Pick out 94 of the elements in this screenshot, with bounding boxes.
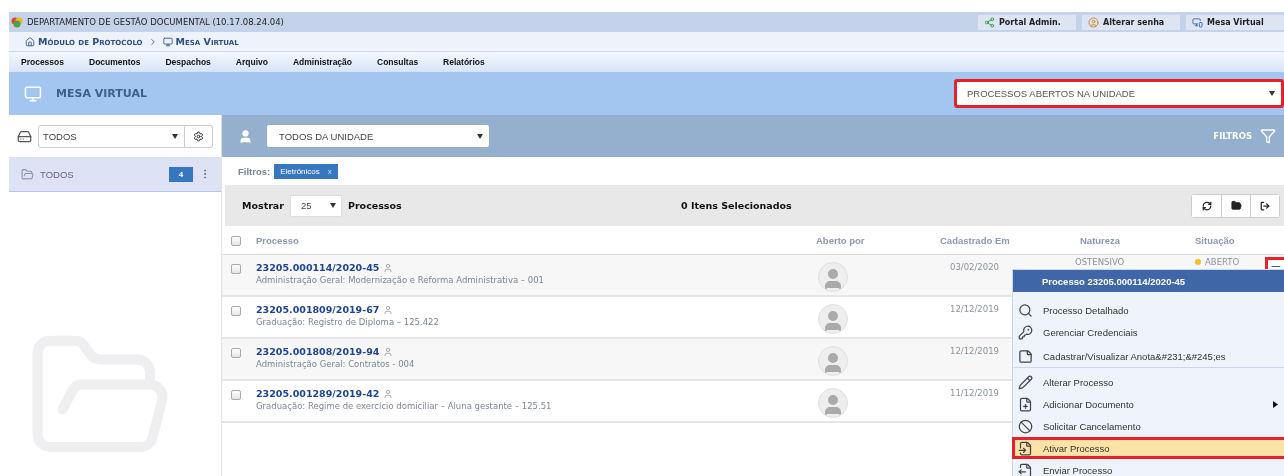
exit-button[interactable]	[1250, 194, 1279, 217]
process-number[interactable]: 23205.000114/2020-45	[256, 262, 380, 273]
filter-tag: Eletrônicos x	[274, 163, 338, 179]
file-import-icon	[1018, 440, 1033, 456]
count-badge: 4	[169, 166, 193, 182]
file-export-icon	[1018, 462, 1033, 476]
header-link[interactable]: Mesa Virtual	[1186, 14, 1284, 30]
person-icon	[383, 346, 394, 357]
date-cell-text: 03/02/2020	[949, 262, 999, 272]
submenu-arrow-icon	[1273, 400, 1278, 408]
menu-item[interactable]: Documentos	[89, 57, 141, 67]
menu-title: Processo 23205.000114/2020-45	[1013, 270, 1284, 292]
selection-count: 0 Itens Selecionados	[681, 200, 792, 211]
user-icon	[238, 128, 253, 144]
row-checkbox[interactable]	[231, 390, 241, 400]
monitor-icon	[24, 84, 42, 103]
process-subject: Graduação: Regime de exercício domiciliar – Aluna gestante – 125.51	[256, 401, 553, 411]
date-cell-text: 11/12/2019	[949, 388, 999, 398]
process-number[interactable]: 23205.001809/2019-67	[256, 304, 380, 315]
context-menu-item[interactable]: Solicitar Cancelamento	[1012, 415, 1284, 437]
folder-item[interactable]: TODOS 4	[9, 157, 221, 192]
context-menu-item[interactable]: Adicionar Documento	[1012, 393, 1284, 415]
drive-icon	[17, 128, 32, 144]
prohibited-icon	[1018, 418, 1033, 434]
nature-cell-text: OSTENSIVO	[1074, 257, 1126, 267]
filters-label: Filtros:	[238, 165, 271, 177]
monitor-icon	[1192, 16, 1203, 28]
caret-icon	[1269, 91, 1275, 96]
caret-icon	[477, 133, 483, 139]
menu-item[interactable]: Arquivo	[235, 57, 268, 67]
context-menu-item[interactable]: Gerenciar Credenciais	[1012, 321, 1284, 343]
folder-select[interactable]: TODOS	[38, 124, 185, 148]
page-title: MESA VIRTUAL	[56, 87, 147, 100]
context-menu-item[interactable]: Enviar Processo	[1012, 459, 1284, 476]
header-link[interactable]: Portal Admin.	[978, 14, 1076, 30]
process-subject: Graduação: Registro de Diploma – 125.422	[256, 317, 440, 327]
filter-icon	[1260, 128, 1276, 144]
settings-button[interactable]	[185, 124, 213, 148]
person-icon	[383, 304, 394, 315]
settings-icon	[193, 130, 204, 142]
menu-item[interactable]: Despachos	[165, 57, 211, 67]
row-checkbox[interactable]	[231, 264, 241, 274]
process-subject: Administração Geral: Contratos - 004	[256, 359, 416, 369]
select-all-checkbox[interactable]	[231, 236, 241, 246]
pencil-icon	[1018, 374, 1033, 390]
network-icon	[984, 16, 995, 28]
folder-icon	[1230, 200, 1242, 211]
menu-item[interactable]: Consultas	[377, 57, 419, 67]
process-subject: Administração Geral: Modernização e Reforma Administrativa – 001	[256, 275, 545, 285]
breadcrumb-link[interactable]: Mesa Virtual	[162, 36, 239, 47]
key-icon	[1018, 324, 1033, 340]
logo-icon	[11, 16, 23, 28]
monitor-icon	[162, 36, 173, 47]
person-icon	[383, 262, 394, 273]
show-label: Mostrar	[242, 200, 284, 211]
note-icon	[1018, 349, 1033, 364]
remove-tag[interactable]: x	[327, 166, 332, 176]
column-header: Processo	[256, 234, 300, 246]
context-menu-item[interactable]: Alterar Processo	[1012, 371, 1284, 393]
exit-icon	[1260, 200, 1270, 211]
column-header: Cadastrado Em	[939, 234, 1011, 246]
menu-item[interactable]: Administração	[292, 57, 352, 67]
search-icon	[1018, 302, 1033, 318]
person-icon	[1088, 16, 1099, 28]
context-menu-item[interactable]: Cadastrar/Visualizar Anota&#231;&#245;es	[1012, 343, 1284, 368]
row-checkbox[interactable]	[231, 306, 241, 316]
row-checkbox[interactable]	[231, 348, 241, 358]
breadcrumb-link[interactable]: Módulo de Protocolo	[25, 36, 143, 47]
header-link[interactable]: Alterar senha	[1082, 14, 1180, 30]
context-menu-item[interactable]: Processo Detalhado	[1012, 299, 1284, 321]
page-size-select[interactable]: 25	[289, 194, 342, 217]
user-select[interactable]: TODOS DA UNIDADE	[267, 125, 489, 147]
menu-item[interactable]: Relatórios	[443, 57, 485, 67]
column-header: Natureza	[1079, 234, 1122, 246]
menu-item[interactable]: Processos	[21, 57, 64, 67]
refresh-icon	[1201, 200, 1212, 211]
folder-label: TODOS	[40, 168, 74, 180]
home-icon	[25, 36, 35, 47]
caret-icon	[329, 203, 336, 208]
status-cell: ABERTO	[1165, 257, 1265, 267]
process-number[interactable]: 23205.001289/2019-42	[256, 388, 380, 399]
folder-icon	[21, 167, 34, 181]
column-header: Aberto por	[816, 234, 866, 246]
context-menu-item[interactable]: Ativar Processo	[1012, 437, 1284, 459]
date-cell-text: 12/12/2019	[949, 346, 999, 356]
date-cell-text: 12/12/2019	[949, 304, 999, 314]
unit-label: Processos	[347, 200, 402, 211]
file-plus-icon	[1018, 396, 1033, 412]
caret-icon	[172, 133, 178, 139]
process-number[interactable]: 23205.001808/2019-94	[256, 346, 380, 357]
view-select[interactable]: PROCESSOS ABERTOS NA UNIDADE	[954, 79, 1284, 108]
column-header: Situação	[1194, 234, 1236, 246]
department-title: DEPARTAMENTO DE GESTÃO DOCUMENTAL (10.17.08.24.04)	[27, 17, 284, 27]
person-icon	[383, 388, 394, 399]
